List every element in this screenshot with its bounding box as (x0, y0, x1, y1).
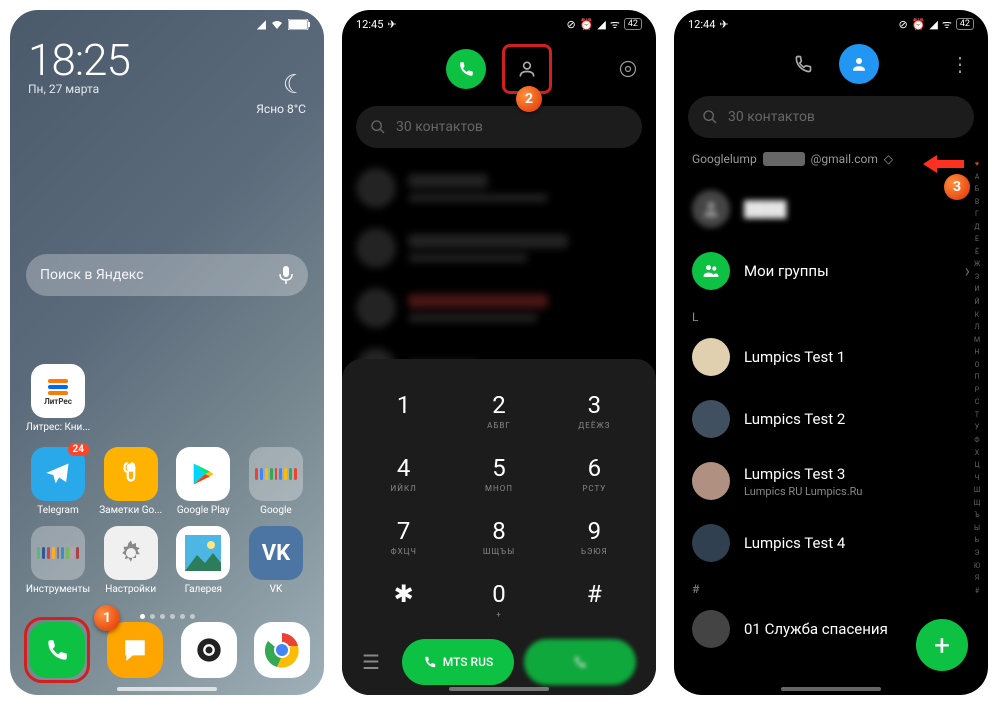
contact-me[interactable]: ████ (674, 178, 988, 240)
call-sim1-button[interactable]: MTS RUS (402, 639, 514, 685)
search-icon (702, 109, 718, 125)
search-icon (370, 119, 386, 135)
my-groups[interactable]: Мои группы › (674, 240, 988, 302)
dialpad-key-2[interactable]: 2АБВГ (451, 379, 546, 442)
arrow-annotation (924, 157, 964, 171)
more-icon[interactable]: ⋮ (950, 52, 970, 76)
tab-contacts[interactable] (839, 44, 879, 84)
alphabet-scrollbar[interactable]: ♥АБВГДЕЁЖЗИЙКЛМНОПРСТУФХЦЧШЩЪЫЬЭЮЯ# (970, 160, 984, 595)
telegram-icon: ✈ (719, 18, 728, 31)
menu-icon[interactable]: ☰ (362, 650, 392, 674)
dock-camera[interactable] (181, 622, 237, 678)
contact-item[interactable]: Lumpics Test 4 (674, 512, 988, 574)
app-telegram[interactable]: 24 Telegram (24, 447, 92, 516)
dialpad: 12АБВГ3ДЕЁЖЗ 4ИЙКЛ5МНОП6РСТУ 7ФХЦЧ8ШЩЪЫ9ЬЭ… (342, 359, 656, 695)
battery-icon (288, 19, 310, 30)
settings-icon[interactable] (618, 59, 638, 79)
search-placeholder: Поиск в Яндекс (40, 267, 144, 283)
section-header-hash: # (674, 574, 988, 598)
yandex-search-bar[interactable]: Поиск в Яндекс (26, 254, 308, 296)
top-tabs (342, 34, 656, 102)
folder-google[interactable]: Google (242, 447, 310, 516)
home-screen: ◢ 18:25 Пн, 27 марта ☾ Ясно 8°C Поиск в … (10, 10, 324, 695)
dropdown-icon: ◇ (884, 152, 893, 166)
dialpad-key-3[interactable]: 3ДЕЁЖЗ (547, 379, 642, 442)
alarm-icon: ⏰ (912, 18, 926, 31)
wifi-icon: ᯤ (942, 17, 952, 32)
home-indicator[interactable] (117, 687, 217, 691)
telegram-icon: ✈ (387, 18, 396, 31)
top-tabs: ⋮ (674, 34, 988, 92)
dock (24, 617, 310, 683)
contacts-search[interactable]: 30 контактов (688, 96, 974, 138)
alarm-icon: ⏰ (580, 18, 594, 31)
contacts-search[interactable]: 30 контактов (356, 106, 642, 148)
status-bar: ◢ (10, 10, 324, 34)
app-grid: ЛитРес Литрес: Кни... 24 Telegram Заметк… (24, 364, 310, 605)
app-litres[interactable]: ЛитРес Литрес: Кни... (24, 364, 92, 433)
home-indicator[interactable] (449, 687, 549, 691)
app-settings[interactable]: Настройки (97, 526, 165, 595)
signal-icon: ◢ (257, 17, 266, 31)
dialer-screen: 12:45 ✈ ⊘ ⏰ ◢ ᯤ 42 2 30 контактов (342, 10, 656, 695)
dialpad-key-7[interactable]: 7ФХЦЧ (356, 505, 451, 568)
mic-icon[interactable] (278, 265, 294, 285)
dock-phone[interactable] (29, 622, 85, 678)
status-time: 12:45 (356, 18, 383, 31)
dnd-icon: ⊘ (898, 18, 907, 31)
dock-chrome[interactable] (254, 622, 310, 678)
marker-3: 3 (944, 174, 970, 200)
battery-text: 42 (624, 18, 642, 30)
call-sim2-button[interactable] (524, 639, 636, 685)
marker-1: 1 (94, 605, 120, 631)
tab-recent-calls[interactable] (783, 44, 823, 84)
dialpad-key-5[interactable]: 5МНОП (451, 442, 546, 505)
dock-messages[interactable] (107, 622, 163, 678)
moon-icon: ☾ (256, 70, 306, 100)
dialpad-key-✱[interactable]: ✱ (356, 568, 451, 631)
wifi-icon: ᯤ (610, 17, 620, 32)
marker-2: 2 (516, 86, 542, 112)
contact-item[interactable]: Lumpics Test 3Lumpics RU Lumpics.Ru (674, 450, 988, 512)
status-bar: 12:44 ✈ ⊘ ⏰ ◢ ᯤ 42 (674, 10, 988, 34)
signal-icon: ◢ (929, 18, 937, 31)
add-contact-fab[interactable]: + (916, 619, 968, 671)
dialpad-key-0[interactable]: 0+ (451, 568, 546, 631)
app-google-notes[interactable]: Заметки Go... (97, 447, 165, 516)
dialpad-key-8[interactable]: 8ШЩЪЫ (451, 505, 546, 568)
battery-text: 42 (956, 18, 974, 30)
app-google-play[interactable]: Google Play (169, 447, 237, 516)
app-vk[interactable]: VK VK (242, 526, 310, 595)
contacts-screen: 12:44 ✈ ⊘ ⏰ ◢ ᯤ 42 ⋮ 30 контактов Google… (674, 10, 988, 695)
dialpad-key-#[interactable]: # (547, 568, 642, 631)
dialpad-key-4[interactable]: 4ИЙКЛ (356, 442, 451, 505)
tab-contacts[interactable] (507, 49, 547, 89)
badge: 24 (68, 443, 89, 456)
highlight-1 (24, 617, 90, 683)
dialpad-key-6[interactable]: 6РСТУ (547, 442, 642, 505)
weather-widget[interactable]: ☾ Ясно 8°C (256, 70, 306, 116)
dialpad-key-9[interactable]: 9ЬЭЮЯ (547, 505, 642, 568)
contact-item[interactable]: Lumpics Test 1 (674, 326, 988, 388)
dnd-icon: ⊘ (566, 18, 575, 31)
app-gallery[interactable]: Галерея (169, 526, 237, 595)
home-indicator[interactable] (781, 687, 881, 691)
contact-item[interactable]: Lumpics Test 2 (674, 388, 988, 450)
dialpad-key-1[interactable]: 1 (356, 379, 451, 442)
tab-recent-calls[interactable] (446, 49, 486, 89)
signal-icon: ◢ (597, 18, 605, 31)
status-time: 12:44 (688, 18, 715, 31)
wifi-icon (270, 18, 284, 30)
folder-tools[interactable]: Инструменты (24, 526, 92, 595)
section-header-l: L (674, 302, 988, 326)
status-bar: 12:45 ✈ ⊘ ⏰ ◢ ᯤ 42 (342, 10, 656, 34)
